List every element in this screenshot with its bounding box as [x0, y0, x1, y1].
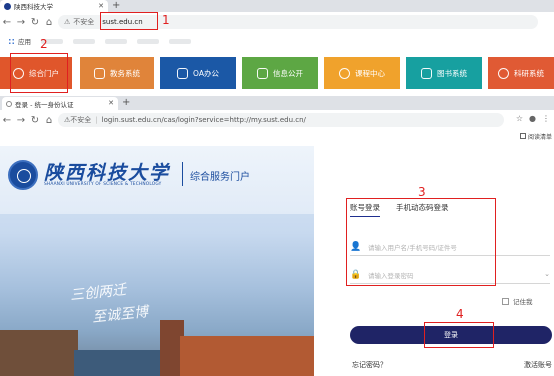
bookmark-item[interactable]: [105, 38, 127, 44]
apps-label[interactable]: 应用: [18, 36, 31, 46]
header-divider: [182, 162, 183, 186]
bookmarks-bar: 应用: [0, 34, 554, 48]
annotation-box-1: [100, 12, 158, 30]
university-name-cn: 陕西科技大学: [44, 162, 171, 184]
url-text: login.sust.edu.cn/cas/login?service=http…: [101, 116, 306, 124]
book-icon: [421, 67, 432, 79]
forward-icon[interactable]: →: [14, 17, 28, 28]
annotation-box-2: [10, 53, 68, 93]
portal-nav: 综合门户 教务系统 OA办公 信息公开 课程中心 图书系统 科研系统: [0, 57, 554, 89]
nav-oa[interactable]: OA办公: [160, 57, 236, 89]
annotation-number-1: 1: [162, 13, 170, 27]
id-card-icon: [177, 67, 189, 79]
tab-strip: 登录 - 统一身份认证 ✕ +: [0, 96, 554, 110]
annotation-box-3: [346, 198, 496, 286]
bookmark-item[interactable]: [73, 38, 95, 44]
apps-grid-icon[interactable]: [8, 37, 15, 45]
toolbar-right: ☆ ● ⋮: [516, 114, 550, 123]
home-icon[interactable]: ⌂: [42, 115, 56, 126]
annotation-number-3: 3: [418, 185, 426, 199]
remember-me[interactable]: 记住我: [502, 296, 533, 306]
portal-name: 综合服务门户: [190, 172, 250, 183]
nav-research[interactable]: 科研系统: [488, 57, 554, 89]
tab-title: 陕西科技大学: [14, 3, 53, 11]
remember-checkbox[interactable]: [502, 297, 509, 305]
profile-icon[interactable]: ●: [529, 114, 536, 123]
nav-label: 图书系统: [437, 68, 467, 78]
forgot-password-link[interactable]: 忘记密码？: [352, 360, 387, 370]
research-icon: [498, 67, 509, 79]
reload-icon[interactable]: ↻: [28, 115, 42, 126]
reload-icon[interactable]: ↻: [28, 17, 42, 28]
course-icon: [339, 67, 350, 79]
reading-list-label: 阅读清单: [528, 133, 553, 141]
menu-icon[interactable]: ⋮: [542, 114, 550, 123]
motto-line-2: 至诚至博: [91, 304, 149, 326]
address-toolbar: ← → ↻ ⌂ ⚠ 不安全 sust.edu.cn: [0, 12, 554, 32]
tab-sust-home[interactable]: 陕西科技大学 ✕: [0, 0, 108, 12]
nav-label: 科研系统: [514, 68, 544, 78]
insecure-label: 不安全: [73, 18, 95, 26]
motto-line-1: 三创两迁: [69, 282, 127, 304]
back-icon[interactable]: ←: [0, 17, 14, 28]
back-icon[interactable]: ←: [0, 115, 14, 126]
annotation-number-4: 4: [456, 307, 464, 321]
address-bar[interactable]: ⚠ 不安全 | login.sust.edu.cn/cas/login?serv…: [58, 113, 504, 127]
nav-label: 课程中心: [355, 68, 385, 78]
nav-info-disclosure[interactable]: 信息公开: [242, 57, 318, 89]
warning-icon: ⚠: [64, 18, 71, 26]
remember-label: 记住我: [513, 298, 533, 306]
university-name-en: SHAANXI UNIVERSITY OF SCIENCE & TECHNOLO…: [44, 182, 162, 187]
annotation-number-2: 2: [40, 37, 48, 51]
academic-icon: [94, 67, 105, 79]
close-icon[interactable]: ✕: [98, 2, 104, 10]
nav-label: 信息公开: [273, 68, 303, 78]
hero-banner: 陕西科技大学 SHAANXI UNIVERSITY OF SCIENCE & T…: [0, 146, 314, 376]
close-icon[interactable]: ✕: [108, 99, 114, 107]
building-illustration: [180, 336, 314, 376]
insecure-label: 不安全: [70, 116, 92, 124]
building-illustration: [0, 330, 78, 376]
address-toolbar: ← → ↻ ⌂ ⚠ 不安全 | login.sust.edu.cn/cas/lo…: [0, 110, 554, 130]
nav-label: OA办公: [193, 68, 219, 78]
annotation-box-4: [424, 322, 494, 348]
building-illustration: [74, 350, 174, 376]
chevron-down-icon[interactable]: ⌄: [544, 270, 550, 278]
activate-account-link[interactable]: 激活账号: [524, 360, 552, 370]
bookmark-item[interactable]: [169, 38, 191, 44]
new-tab-icon[interactable]: +: [112, 0, 120, 12]
sust-favicon-icon: [4, 2, 11, 10]
browser-window-portal: 陕西科技大学 ✕ + ← → ↻ ⌂ ⚠ 不安全 sust.edu.cn 应用 …: [0, 0, 554, 96]
new-tab-icon[interactable]: +: [122, 97, 130, 109]
tab-login[interactable]: 登录 - 统一身份认证 ✕: [2, 97, 118, 110]
globe-icon: [6, 100, 12, 107]
tab-strip: 陕西科技大学 ✕ +: [0, 0, 554, 12]
home-icon[interactable]: ⌂: [42, 17, 56, 28]
bookmark-item[interactable]: [137, 38, 159, 44]
reading-list[interactable]: 阅读清单: [520, 130, 554, 142]
nav-course-center[interactable]: 课程中心: [324, 57, 400, 89]
forward-icon[interactable]: →: [14, 115, 28, 126]
tab-title: 登录 - 统一身份认证: [15, 100, 74, 109]
nav-academic[interactable]: 教务系统: [80, 57, 154, 89]
separator: |: [95, 116, 98, 124]
document-icon: [257, 67, 268, 79]
university-logo-icon: [8, 160, 38, 190]
nav-library[interactable]: 图书系统: [406, 57, 482, 89]
reading-list-icon: [520, 133, 526, 139]
star-icon[interactable]: ☆: [516, 114, 523, 123]
nav-label: 教务系统: [110, 68, 140, 78]
